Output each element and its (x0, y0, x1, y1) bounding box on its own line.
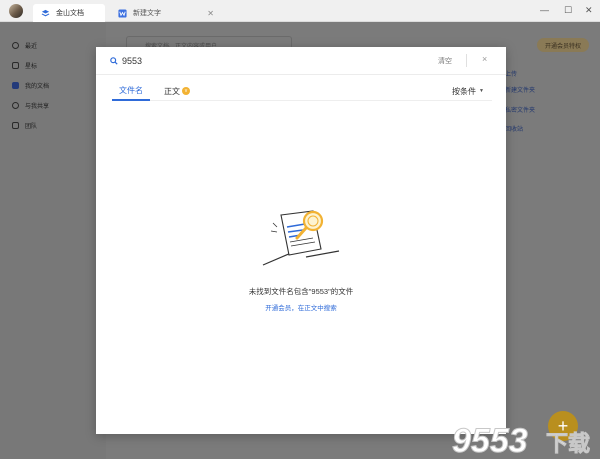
filter-label: 按条件 (452, 86, 477, 96)
recycle-bin-link[interactable]: 回收站 (505, 124, 523, 133)
tab-close-icon[interactable]: ✕ (207, 9, 214, 18)
sidebar: 最近 星标 我的文档 与我共享 团队 (0, 23, 106, 459)
folder-icon (12, 81, 19, 89)
docs-logo-icon (41, 9, 50, 16)
share-icon (12, 101, 19, 109)
sidebar-item-label: 与我共享 (25, 103, 50, 110)
search-dialog: 清空 × 文件名 正文 v 按条件 ▼ 未找到文件名包含"9553"的文件 开通… (96, 47, 506, 434)
tab-content[interactable]: 正文 v (158, 81, 196, 101)
avatar[interactable] (9, 4, 23, 18)
svg-text:下载: 下载 (546, 431, 590, 457)
tab-filename[interactable]: 文件名 (112, 81, 150, 101)
search-tabs: 文件名 正文 v 按条件 ▼ (112, 81, 492, 101)
upgrade-search-content-link[interactable]: 开通会员，在正文中搜索 (96, 302, 506, 312)
clear-button[interactable]: 清空 (438, 56, 452, 66)
star-icon (12, 61, 19, 69)
empty-search-illustration (262, 210, 340, 266)
upload-link[interactable]: 上传 (505, 69, 517, 78)
minimize-button[interactable]: — (540, 5, 549, 15)
sidebar-item-recent[interactable]: 最近 (0, 35, 106, 55)
sidebar-item-starred[interactable]: 星标 (0, 55, 106, 75)
site-watermark-logo: 9553 下载 (452, 422, 591, 459)
sidebar-item-label: 团队 (25, 123, 38, 130)
sidebar-item-label: 星标 (25, 63, 38, 70)
caret-down-icon: ▼ (479, 88, 484, 94)
tab-label: 正文 (164, 86, 180, 96)
sidebar-item-team[interactable]: 团队 (0, 115, 106, 135)
tab-label: 金山文档 (56, 10, 84, 17)
svg-text:9553: 9553 (452, 422, 528, 459)
sidebar-item-shared[interactable]: 与我共享 (0, 95, 106, 115)
private-folder-link[interactable]: 私密文件夹 (505, 105, 535, 114)
vip-badge-icon: v (182, 87, 190, 95)
word-doc-icon (118, 8, 127, 18)
new-folder-link[interactable]: 新建文件夹 (505, 85, 535, 94)
clock-icon (12, 41, 19, 49)
team-icon (12, 121, 19, 129)
tab-new-document[interactable]: 新建文字 ✕ (110, 4, 220, 22)
tab-label: 文件名 (119, 85, 143, 95)
search-input[interactable] (122, 54, 322, 68)
close-window-button[interactable]: ✕ (585, 5, 593, 16)
tab-label: 新建文字 (133, 10, 161, 17)
sidebar-item-label: 最近 (25, 43, 38, 50)
vip-button[interactable]: 开通会员特权 (537, 38, 589, 52)
search-bar: 清空 × (96, 47, 506, 75)
divider (466, 54, 467, 67)
empty-result-message: 未找到文件名包含"9553"的文件 (248, 287, 354, 296)
sidebar-item-my-docs[interactable]: 我的文档 (0, 75, 106, 95)
tab-jinshan-docs[interactable]: 金山文档 (33, 4, 105, 22)
sidebar-item-label: 我的文档 (25, 83, 50, 90)
close-icon[interactable]: × (482, 54, 487, 64)
filter-dropdown[interactable]: 按条件 ▼ (452, 81, 484, 101)
title-bar: 金山文档 新建文字 ✕ — ☐ ✕ (0, 0, 600, 22)
maximize-button[interactable]: ☐ (564, 5, 572, 16)
search-icon (110, 57, 118, 65)
